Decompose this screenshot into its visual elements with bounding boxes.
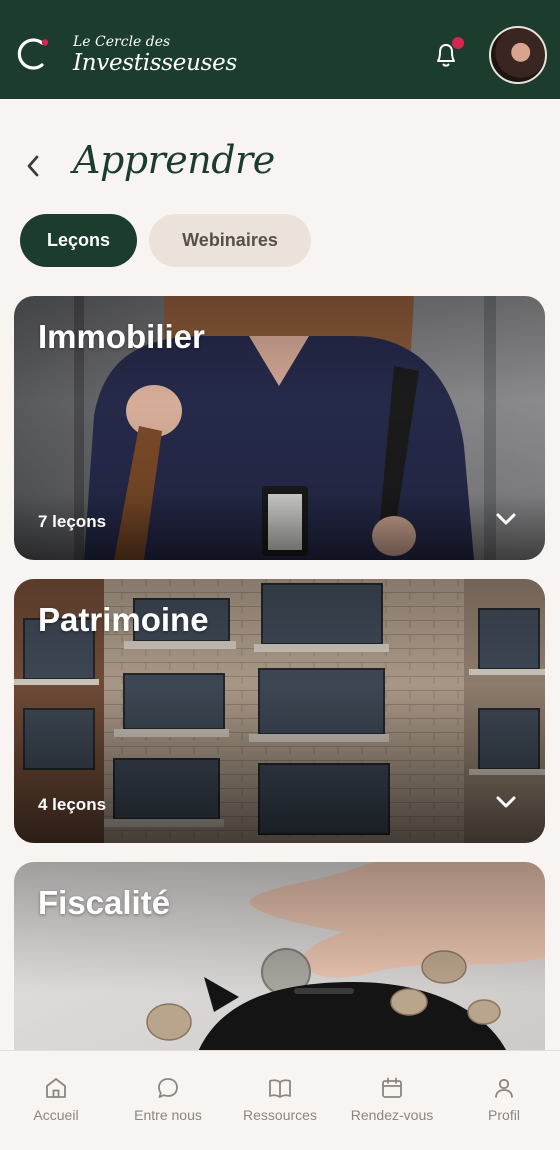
user-icon xyxy=(495,1078,513,1098)
nav-item-entre-nous[interactable]: Entre nous xyxy=(112,1051,224,1150)
category-card-immobilier[interactable]: Immobilier 7 leçons xyxy=(14,296,545,560)
chevron-down-icon[interactable] xyxy=(495,793,517,811)
chevron-down-icon[interactable] xyxy=(495,510,517,528)
nav-item-accueil[interactable]: Accueil xyxy=(0,1051,112,1150)
brand-line-1: Le Cercle des xyxy=(73,34,171,50)
app-header: Le Cercle des Investisseuses xyxy=(0,0,560,99)
nav-label: Profil xyxy=(488,1107,520,1123)
nav-label: Ressources xyxy=(243,1107,317,1123)
back-button[interactable] xyxy=(18,148,48,184)
notification-badge xyxy=(452,37,464,49)
category-card-patrimoine[interactable]: Patrimoine 4 leçons xyxy=(14,579,545,843)
bottom-navigation: Accueil Entre nous Ressources Rendez-vou… xyxy=(0,1050,560,1150)
home-icon xyxy=(46,1078,66,1098)
chat-icon xyxy=(158,1078,178,1098)
chevron-left-icon xyxy=(27,155,39,177)
tab-lecons[interactable]: Leçons xyxy=(20,214,137,267)
nav-item-ressources[interactable]: Ressources xyxy=(224,1051,336,1150)
logo-icon[interactable] xyxy=(16,34,52,74)
card-title: Patrimoine xyxy=(38,601,209,638)
nav-label: Accueil xyxy=(33,1107,79,1123)
calendar-icon xyxy=(382,1077,402,1098)
brand-name: Le Cercle des Investisseuses xyxy=(73,34,237,76)
nav-item-rendez-vous[interactable]: Rendez-vous xyxy=(336,1051,448,1150)
nav-item-profil[interactable]: Profil xyxy=(448,1051,560,1150)
nav-label: Entre nous xyxy=(134,1107,202,1123)
card-title: Fiscalité xyxy=(38,884,171,921)
avatar[interactable] xyxy=(489,26,547,84)
book-icon xyxy=(269,1079,291,1098)
lesson-count: 4 leçons xyxy=(38,795,107,814)
tab-webinaires[interactable]: Webinaires xyxy=(149,214,311,267)
brand-line-2: Investisseuses xyxy=(73,50,237,76)
lesson-count: 7 leçons xyxy=(38,512,107,531)
card-title: Immobilier xyxy=(38,318,205,355)
page-title: Apprendre xyxy=(73,138,275,182)
nav-label: Rendez-vous xyxy=(350,1107,434,1123)
